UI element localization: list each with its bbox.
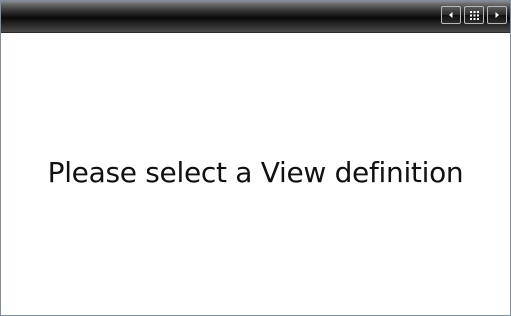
- view-content-area: Please select a View definition: [1, 33, 510, 315]
- triangle-right-icon: [495, 12, 499, 18]
- nav-button-group: [441, 6, 507, 24]
- grid-icon: [469, 10, 479, 20]
- grid-view-button[interactable]: [464, 6, 484, 24]
- panel-toolbar: [1, 1, 510, 33]
- empty-state-message: Please select a View definition: [47, 155, 464, 189]
- triangle-left-icon: [449, 12, 453, 18]
- view-panel: Please select a View definition: [0, 0, 511, 316]
- next-button[interactable]: [487, 6, 507, 24]
- previous-button[interactable]: [441, 6, 461, 24]
